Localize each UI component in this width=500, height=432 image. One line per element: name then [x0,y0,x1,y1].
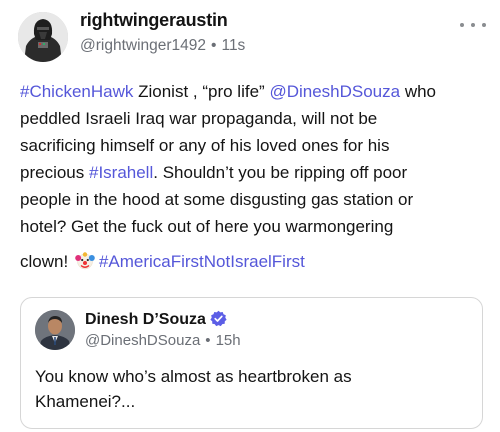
quoted-post-meta: @DineshDSouza • 15h [85,332,241,349]
more-dot [482,23,486,27]
post-line: sacrificing himself or any of his loved … [20,136,390,155]
author-avatar[interactable] [18,12,68,62]
meta-separator: • [205,332,211,349]
hashtag-link[interactable]: #AmericaFirstNotIsraelFirst [99,252,305,271]
verified-badge-icon [210,310,227,332]
post-text-segment: precious [20,163,89,182]
post-text-segment: Zionist , “pro life” [133,82,270,101]
post-text-segment: . Shouldn’t you be ripping off poor [153,163,408,182]
post-text-segment: clown! [20,252,73,271]
quoted-author-row: Dinesh D’Souza [85,310,227,332]
meta-separator: • [211,37,217,54]
author-handle[interactable]: @rightwinger1492 [80,37,206,54]
more-horizontal-icon [460,23,464,27]
more-dot [471,23,475,27]
author-username[interactable]: rightwingeraustin [80,10,228,31]
post-line: people in the hood at some disgusting ga… [20,190,414,209]
avatar-image [18,12,68,62]
mention-link[interactable]: @DineshDSouza [269,82,400,101]
post-line: hotel? Get the fuck out of here you warm… [20,217,394,236]
post-timestamp[interactable]: 11s [221,37,245,54]
quoted-avatar-image [35,310,75,350]
post-text-segment: who [400,82,437,101]
post-line: precious #Israhell. Shouldn’t you be rip… [20,159,488,186]
quoted-post-timestamp[interactable]: 15h [216,332,241,349]
post-text: #ChickenHawk Zionist , “pro life” @Dines… [20,78,488,279]
post-line: peddled Israeli Iraq war propaganda, wil… [20,109,378,128]
quoted-post-line: Khamenei?... [35,392,136,411]
quoted-post-card[interactable]: Dinesh D’Souza @DineshDSouza • 15h You kno… [20,297,483,429]
hashtag-link[interactable]: #Israhell [89,163,153,182]
post-line: clown! #AmericaFirstNotIsraelFirst [20,248,488,279]
post-card: rightwingeraustin @rightwinger1492 • 11s #… [0,0,500,432]
hashtag-link[interactable]: #ChickenHawk [20,82,133,101]
quoted-author-name[interactable]: Dinesh D’Souza [85,311,206,328]
post-line: #ChickenHawk Zionist , “pro life” @Dines… [20,78,488,105]
more-options-button[interactable] [460,18,486,32]
quoted-author-avatar[interactable] [35,310,75,350]
quoted-post-text: You know who’s almost as heartbroken as … [35,364,465,414]
quoted-author-handle[interactable]: @DineshDSouza [85,332,200,349]
clown-face-icon [75,251,95,279]
quoted-post-line: You know who’s almost as heartbroken as [35,367,352,386]
post-meta: @rightwinger1492 • 11s [80,37,245,55]
